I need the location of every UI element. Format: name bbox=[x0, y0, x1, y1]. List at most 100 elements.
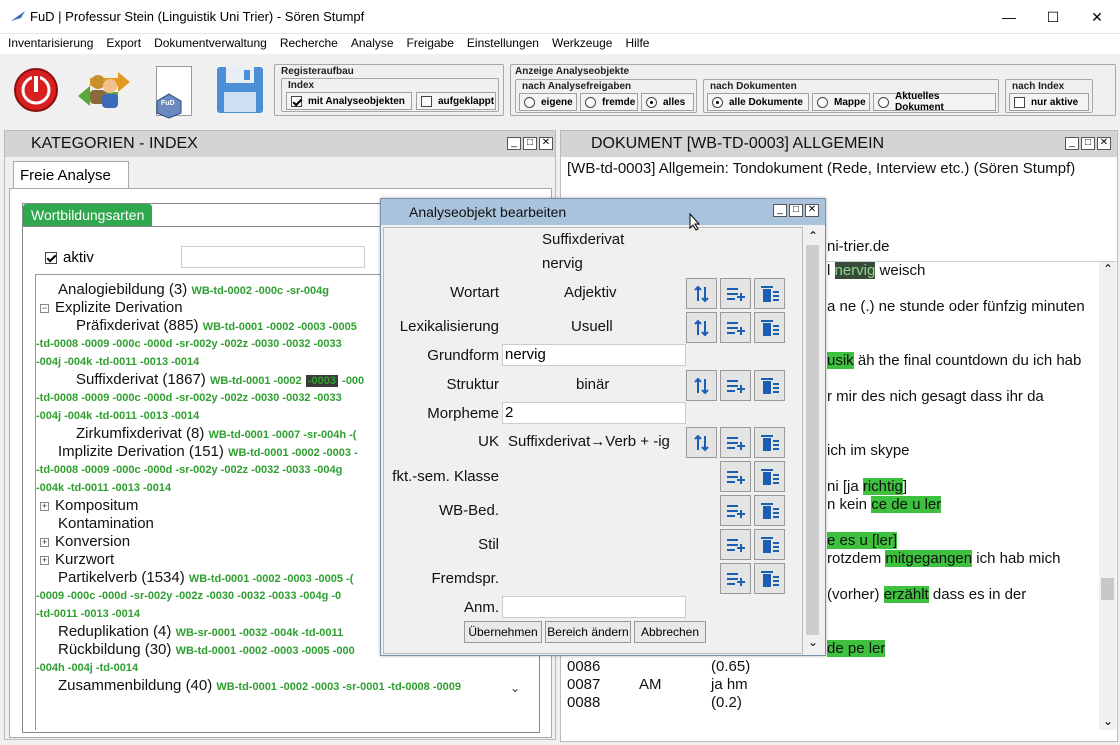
highlight-word[interactable]: de pe ler bbox=[827, 640, 886, 657]
stil-add-button[interactable] bbox=[720, 529, 751, 560]
tree-item-zirkumfixderivat[interactable]: Zirkumfixderivat (8) WB-td-0001 -0007 -s… bbox=[76, 425, 356, 444]
fremde-radio[interactable]: fremde bbox=[580, 93, 638, 111]
highlight-word[interactable]: e es u [ler] bbox=[827, 532, 898, 549]
close-button[interactable]: ✕ bbox=[1074, 4, 1120, 30]
highlight-word-selected[interactable]: nervig bbox=[834, 262, 876, 279]
scroll-up-icon[interactable]: ⌃ bbox=[808, 229, 818, 243]
wortart-add-button[interactable] bbox=[720, 278, 751, 309]
abbrechen-button[interactable]: Abbrechen bbox=[634, 621, 706, 643]
tree-item-kompositum[interactable]: + Kompositum bbox=[40, 497, 138, 514]
tree-item-tags[interactable]: -0009 -000c -000d -sr-002y -002z -0030 -… bbox=[36, 588, 341, 604]
tree-item-tags[interactable]: WB-td-0001 -0002 -0003 - bbox=[228, 447, 358, 459]
scrollbar-thumb[interactable] bbox=[806, 245, 819, 635]
fud-document-icon[interactable]: FuD bbox=[156, 66, 192, 119]
menu-einstellungen[interactable]: Einstellungen bbox=[459, 34, 544, 54]
power-off-icon[interactable] bbox=[12, 66, 60, 114]
uk-delete-button[interactable] bbox=[754, 427, 785, 458]
tree-item-tags[interactable]: -004h -004j -td-0014 bbox=[36, 660, 138, 676]
document-scrollbar[interactable]: ⌃ ⌄ bbox=[1099, 262, 1116, 730]
highlight-word[interactable]: richtig bbox=[862, 478, 903, 495]
tree-item-tags[interactable]: WB-td-0002 -000c -sr-004g bbox=[191, 285, 329, 297]
scrollbar-thumb[interactable] bbox=[1101, 578, 1114, 600]
fremdsprache-add-button[interactable] bbox=[720, 563, 751, 594]
collapse-icon[interactable]: − bbox=[40, 304, 49, 313]
expand-icon[interactable]: + bbox=[40, 538, 49, 547]
tree-item-tags[interactable]: WB-td-0001 -0002 -0003 -sr-0001 -td-0008… bbox=[216, 681, 461, 693]
mappe-radio[interactable]: Mappe bbox=[812, 93, 870, 111]
alle-dokumente-radio[interactable]: alle Dokumente bbox=[707, 93, 809, 111]
tree-item-tags[interactable]: -td-0008 -0009 -000c -000d -sr-002y -002… bbox=[36, 336, 342, 352]
tree-item-tags[interactable]: WB-td-0001 -0002 -0003 -0005 -000 bbox=[176, 645, 355, 657]
tree-item-tags[interactable]: WB-td-0001 -0007 -sr-004h -( bbox=[209, 429, 357, 441]
minimize-button[interactable]: — bbox=[986, 4, 1032, 30]
tree-item-suffixderivat[interactable]: Suffixderivat (1867) WB-td-0001 -0002 -0… bbox=[76, 371, 364, 390]
uk-add-button[interactable] bbox=[720, 427, 751, 458]
dialog-scrollbar[interactable]: ⌃ ⌄ bbox=[805, 229, 821, 653]
scroll-down-icon[interactable]: ⌄ bbox=[808, 635, 818, 649]
aktiv-checkbox[interactable] bbox=[45, 252, 57, 264]
panel-minimize-button[interactable]: _ bbox=[1065, 137, 1079, 150]
menu-freigabe[interactable]: Freigabe bbox=[399, 34, 459, 54]
alles-radio[interactable]: alles bbox=[641, 93, 694, 111]
struktur-delete-button[interactable] bbox=[754, 370, 785, 401]
panel-maximize-button[interactable]: □ bbox=[1081, 137, 1095, 150]
tree-item-tags[interactable]: -000 bbox=[342, 375, 364, 387]
tree-item-tags[interactable]: WB-td-0001 -0002 -0003 -0005 bbox=[203, 321, 357, 333]
nur-aktive-checkbox[interactable]: nur aktive bbox=[1009, 93, 1089, 111]
tab-freie-analyse[interactable]: Freie Analyse bbox=[13, 161, 129, 189]
highlight-word[interactable]: ce de u ler bbox=[871, 496, 942, 513]
mit-analyseobjekten-checkbox[interactable]: mit Analyseobjekten bbox=[286, 92, 412, 110]
tree-item-tags[interactable]: -td-0008 -0009 -000c -000d -sr-002y -002… bbox=[36, 462, 342, 478]
lexikalisierung-delete-button[interactable] bbox=[754, 312, 785, 343]
expand-icon[interactable]: + bbox=[40, 502, 49, 511]
tree-item-kurzwort[interactable]: + Kurzwort bbox=[40, 551, 114, 568]
morpheme-input[interactable]: 2 bbox=[502, 402, 686, 424]
wb-bed-delete-button[interactable] bbox=[754, 495, 785, 526]
wortart-delete-button[interactable] bbox=[754, 278, 785, 309]
wb-bed-add-button[interactable] bbox=[720, 495, 751, 526]
tree-item-tags[interactable]: -td-0008 -0009 -000c -000d -sr-002y -002… bbox=[36, 390, 342, 406]
tree-item-kontamination[interactable]: Kontamination bbox=[58, 515, 154, 532]
tree-item-tags[interactable]: WB-td-0001 -0002 -0003 -0005 -( bbox=[189, 573, 353, 585]
menu-hilfe[interactable]: Hilfe bbox=[617, 34, 654, 54]
struktur-sort-button[interactable] bbox=[686, 370, 717, 401]
menu-inventarisierung[interactable]: Inventarisierung bbox=[0, 34, 98, 54]
menu-export[interactable]: Export bbox=[98, 34, 146, 54]
dialog-maximize-button[interactable]: □ bbox=[789, 204, 803, 217]
bereich-aendern-button[interactable]: Bereich ändern bbox=[545, 621, 631, 643]
dialog-header[interactable]: Analyseobjekt bearbeiten _ □ ✕ bbox=[381, 199, 825, 225]
filter-input[interactable] bbox=[181, 246, 365, 268]
tree-item-tags[interactable]: -004j -004k -td-0011 -0013 -0014 bbox=[36, 408, 199, 424]
dialog-close-button[interactable]: ✕ bbox=[805, 204, 819, 217]
tree-item-tags[interactable]: -004j -004k -td-0011 -0013 -0014 bbox=[36, 354, 199, 370]
tree-item-tags[interactable]: -td-0011 -0013 -0014 bbox=[36, 606, 140, 622]
grundform-input[interactable]: nervig bbox=[502, 344, 686, 366]
tree-item-praefixderivat[interactable]: Präfixderivat (885) WB-td-0001 -0002 -00… bbox=[76, 317, 357, 336]
eigene-radio[interactable]: eigene bbox=[519, 93, 577, 111]
aktuelles-dokument-radio[interactable]: Aktuelles Dokument bbox=[873, 91, 996, 113]
panel-maximize-button[interactable]: □ bbox=[523, 137, 537, 150]
lexikalisierung-sort-button[interactable] bbox=[686, 312, 717, 343]
tree-item-reduplikation[interactable]: Reduplikation (4) WB-sr-0001 -0032 -004k… bbox=[58, 623, 343, 642]
tree-item-tags[interactable]: WB-sr-0001 -0032 -004k -td-0011 bbox=[176, 627, 344, 639]
lexikalisierung-add-button[interactable] bbox=[720, 312, 751, 343]
menu-recherche[interactable]: Recherche bbox=[272, 34, 343, 54]
menu-dokumentverwaltung[interactable]: Dokumentverwaltung bbox=[146, 34, 272, 54]
uebernehmen-button[interactable]: Übernehmen bbox=[464, 621, 542, 643]
tree-item-zusammenbildung[interactable]: Zusammenbildung (40) WB-td-0001 -0002 -0… bbox=[58, 677, 461, 696]
stil-delete-button[interactable] bbox=[754, 529, 785, 560]
uk-sort-button[interactable] bbox=[686, 427, 717, 458]
fkt-sem-klasse-add-button[interactable] bbox=[720, 461, 751, 492]
highlight-word[interactable]: mitgegangen bbox=[885, 550, 973, 567]
tree-item-partikelverb[interactable]: Partikelverb (1534) WB-td-0001 -0002 -00… bbox=[58, 569, 353, 588]
fkt-sem-klasse-delete-button[interactable] bbox=[754, 461, 785, 492]
maximize-button[interactable]: ☐ bbox=[1030, 4, 1076, 30]
aufgeklappt-checkbox[interactable]: aufgeklappt bbox=[416, 92, 496, 110]
panel-close-button[interactable]: ✕ bbox=[539, 137, 553, 150]
panel-close-button[interactable]: ✕ bbox=[1097, 137, 1111, 150]
switch-user-icon[interactable] bbox=[74, 66, 134, 114]
highlight-word[interactable]: usik bbox=[827, 352, 854, 369]
tree-item-tag-selected[interactable]: -0003 bbox=[305, 375, 338, 387]
expand-icon[interactable]: + bbox=[40, 556, 49, 565]
tree-item-tags[interactable]: -004k -td-0011 -0013 -0014 bbox=[36, 480, 171, 496]
